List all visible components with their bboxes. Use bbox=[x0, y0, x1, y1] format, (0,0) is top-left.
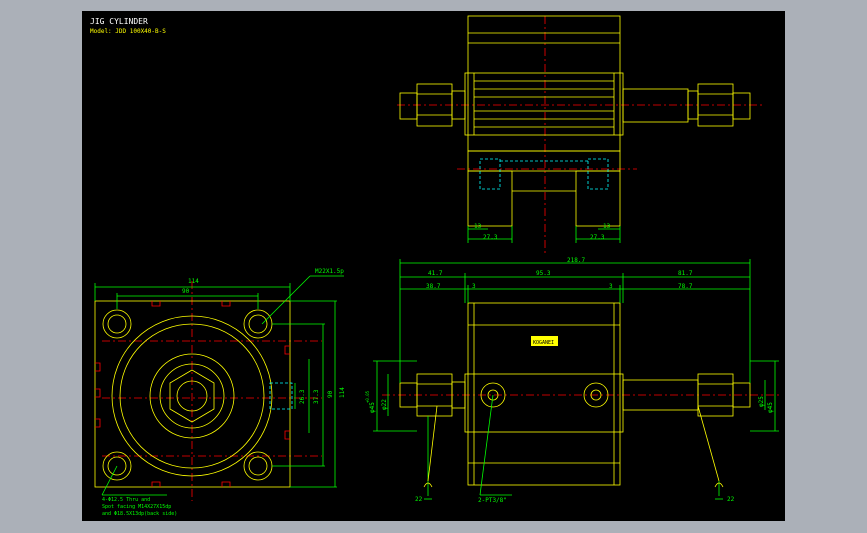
port-callout: 2-PT3/8" bbox=[478, 497, 507, 504]
dim-37-height: 37.3 bbox=[313, 389, 320, 404]
dim-114-height: 114 bbox=[339, 387, 346, 398]
front-view-bolt-hole-tr bbox=[243, 309, 273, 339]
front-view-bolt-hole-tl bbox=[102, 309, 132, 339]
dim-95: 95.3 bbox=[536, 270, 551, 277]
top-view-barrel bbox=[464, 72, 624, 136]
dim-38: 38.7 bbox=[426, 283, 441, 290]
note-line-2: Spot facing M14X27X15dp bbox=[102, 504, 171, 510]
dim-3-right: 3 bbox=[609, 283, 613, 290]
dim-78: 78.7 bbox=[678, 283, 693, 290]
front-view bbox=[94, 275, 344, 501]
dim-90-width: 90 bbox=[182, 288, 190, 295]
note-line-1: 4-Φ12.5 Thru and bbox=[102, 497, 150, 503]
drawing-canvas[interactable]: JIG CYLINDER Model: JDD 100X40-B-S 13 13… bbox=[82, 11, 785, 521]
top-view-right-rod bbox=[622, 88, 689, 123]
side-view-body bbox=[467, 302, 621, 486]
dim-22-right: 22 bbox=[727, 496, 735, 503]
note-line-3: and Φ18.5X13dp(back side) bbox=[102, 511, 177, 517]
side-view bbox=[373, 259, 782, 500]
dim-90-height: 90 bbox=[327, 390, 334, 398]
dim-overall-length: 218.7 bbox=[567, 257, 585, 264]
dim-81: 81.7 bbox=[678, 270, 693, 277]
dim-114-width: 114 bbox=[188, 278, 199, 285]
top-view-body-outline bbox=[467, 15, 621, 152]
dim-phi25: φ25 bbox=[758, 396, 765, 407]
dim-3-left: 3 bbox=[472, 283, 476, 290]
top-view bbox=[397, 15, 762, 256]
dim-41: 41.7 bbox=[428, 270, 443, 277]
dim-22-left: 22 bbox=[415, 496, 423, 503]
model-label: Model: JDD 100X40-B-S bbox=[90, 28, 166, 35]
dim-phi45-left: φ45 bbox=[369, 402, 376, 413]
dim-phi22: φ22 bbox=[381, 399, 388, 410]
dim-26-height: 26.3 bbox=[299, 389, 306, 404]
dim-13-left: 13 bbox=[474, 223, 482, 230]
cad-drawing: JIG CYLINDER Model: JDD 100X40-B-S 13 13… bbox=[90, 15, 782, 517]
dim-27-left: 27.3 bbox=[483, 234, 498, 241]
top-view-left-foot bbox=[467, 170, 513, 227]
top-view-right-foot bbox=[575, 170, 621, 227]
dim-phi45-right: φ45 bbox=[767, 402, 774, 413]
drawing-title: JIG CYLINDER bbox=[90, 17, 148, 26]
brand-badge-text: KOGANEI bbox=[533, 340, 554, 346]
thread-callout: M22X1.5p bbox=[315, 268, 344, 275]
dim-27-right: 27.3 bbox=[590, 234, 605, 241]
dim-13-right: 13 bbox=[603, 223, 611, 230]
dim-tolerance: +0.05 bbox=[365, 390, 370, 403]
